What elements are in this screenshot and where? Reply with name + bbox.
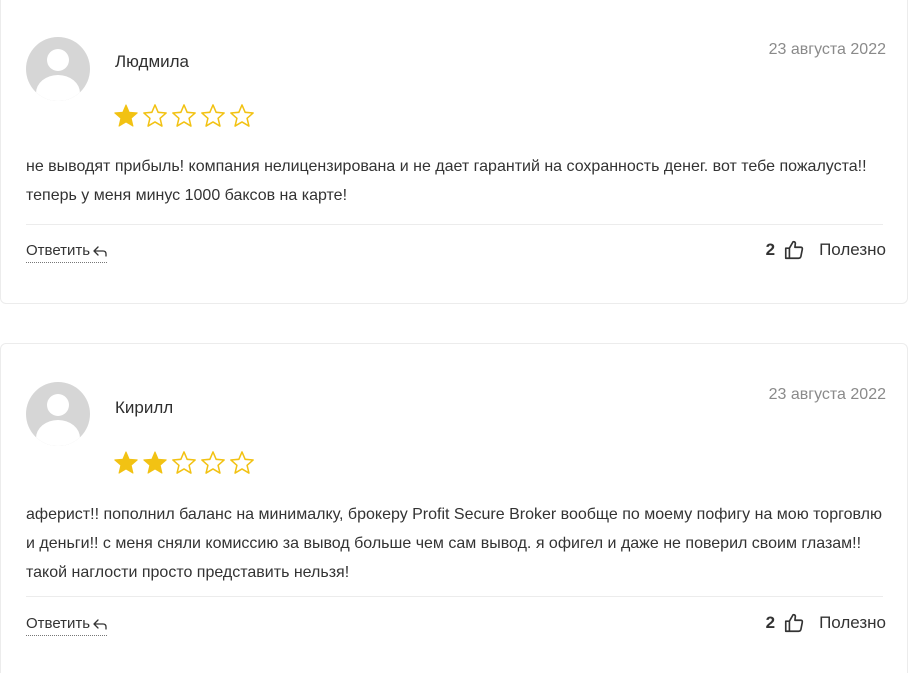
review-date: 23 августа 2022 [768, 41, 886, 58]
divider [26, 224, 883, 225]
helpful-count: 2 [765, 613, 776, 632]
star-empty-icon [172, 451, 196, 474]
star-filled-icon [114, 104, 138, 127]
rating-stars [113, 450, 255, 476]
thumbs-up-icon[interactable] [783, 239, 805, 261]
review-card: Людмила 23 августа 2022 не выводят прибы… [0, 0, 908, 304]
reviews-list: Людмила 23 августа 2022 не выводят прибы… [0, 0, 910, 673]
review-text: не выводят прибыль! компания нелицензиро… [26, 158, 867, 204]
helpful-label[interactable]: Полезно [819, 613, 886, 633]
star-empty-icon [143, 104, 167, 127]
divider [26, 596, 883, 597]
reply-label: Ответить [26, 615, 91, 632]
reply-button[interactable]: Ответить [26, 615, 108, 636]
star-empty-icon [172, 104, 196, 127]
review-text: аферист!! пополнил баланс на минималку, … [26, 506, 882, 581]
reply-button[interactable]: Ответить [26, 242, 108, 263]
star-empty-icon [201, 451, 225, 474]
star-empty-icon [230, 451, 254, 474]
star-filled-icon [114, 451, 138, 474]
star-filled-icon [143, 451, 167, 474]
avatar [26, 382, 90, 446]
helpful-control: 2 Полезно [766, 239, 886, 261]
review-author: Людмила [115, 52, 190, 71]
avatar [26, 37, 90, 101]
thumbs-up-icon[interactable] [783, 612, 805, 634]
reply-arrow-icon [93, 618, 107, 630]
helpful-control: 2 Полезно [766, 612, 886, 634]
reply-arrow-icon [93, 245, 107, 257]
star-empty-icon [201, 104, 225, 127]
rating-stars [113, 103, 255, 129]
review-card: Кирилл 23 августа 2022 аферист!! пополни… [0, 343, 908, 673]
review-author: Кирилл [115, 398, 174, 417]
reply-label: Ответить [26, 242, 91, 259]
helpful-count: 2 [765, 240, 776, 259]
star-empty-icon [230, 104, 254, 127]
helpful-label[interactable]: Полезно [819, 240, 886, 260]
review-date: 23 августа 2022 [768, 386, 886, 403]
